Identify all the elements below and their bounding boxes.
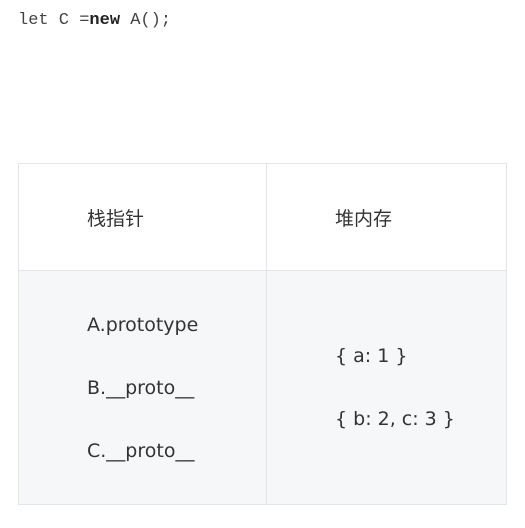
heap-cell: { a: 1 } { b: 2, c: 3 } (266, 270, 507, 505)
header-label: 栈指针 (87, 207, 145, 230)
stack-cell: A.prototype B.__proto__ C.__proto__ (18, 270, 267, 505)
list-item: { b: 2, c: 3 } (335, 408, 455, 430)
header-stack-pointer: 栈指针 (18, 163, 267, 271)
list-item: B.__proto__ (87, 376, 195, 399)
list-item: C.__proto__ (87, 439, 195, 462)
code-snippet: let C =new A(); (18, 9, 171, 33)
heap-list: { a: 1 } { b: 2, c: 3 } (267, 340, 506, 435)
table-header-row: 栈指针 堆内存 (18, 163, 507, 271)
memory-table: 栈指针 堆内存 A.prototype B.__proto__ C.__prot… (18, 163, 507, 505)
table-row: A.prototype B.__proto__ C.__proto__ { a:… (18, 270, 507, 505)
header-heap-memory: 堆内存 (266, 163, 507, 271)
header-label: 堆内存 (335, 207, 393, 230)
code-text-before: let C = (18, 11, 90, 30)
stack-list: A.prototype B.__proto__ C.__proto__ (19, 309, 266, 467)
code-keyword: new (89, 11, 121, 30)
list-item: { a: 1 } (335, 345, 408, 367)
list-item: A.prototype (87, 313, 199, 336)
code-text-after: A(); (120, 11, 172, 30)
